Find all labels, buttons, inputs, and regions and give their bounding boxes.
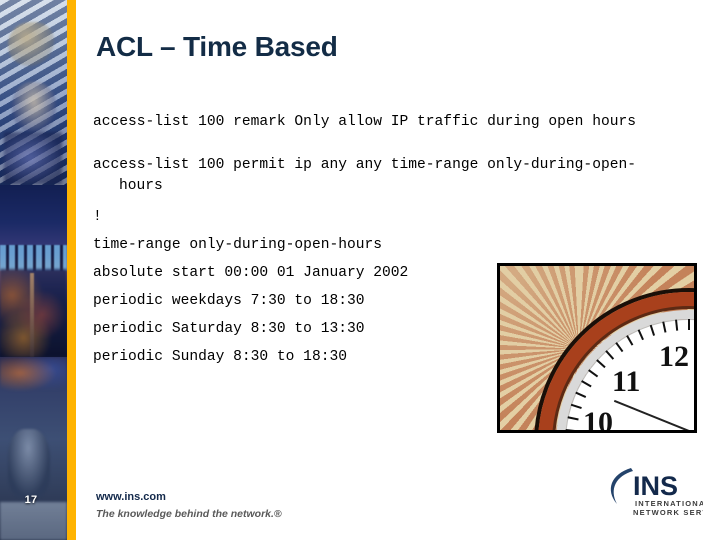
- slide-canvas: 17 ACL – Time Based access-list 100 rema…: [0, 0, 720, 540]
- ins-logo: INS INTERNATIONAL NETWORK SERVICES: [603, 464, 703, 518]
- photo-figure-middle: [12, 82, 56, 132]
- footer-url[interactable]: www.ins.com: [96, 491, 166, 503]
- photo-display-wall: [0, 245, 67, 271]
- sidebar-photo-strip: 17: [0, 0, 67, 540]
- page-title: ACL – Time Based: [96, 31, 338, 62]
- sidebar-photo-top: [0, 0, 67, 185]
- footer-tagline: The knowledge behind the network.®: [96, 508, 282, 520]
- photo-person: [8, 429, 50, 497]
- clock-numeral-12: 12: [659, 340, 689, 373]
- code-line-1: access-list 100 remark Only allow IP tra…: [93, 114, 636, 130]
- photo-figure-upper: [8, 22, 54, 66]
- photo-warm-glow: [0, 357, 67, 397]
- accent-bar: [67, 0, 76, 540]
- code-gap-1: [93, 133, 658, 155]
- photo-pole: [30, 273, 34, 357]
- sidebar-photo-bottom: [0, 357, 67, 540]
- logo-subtitle-line1: INTERNATIONAL: [635, 499, 703, 508]
- logo-swoosh-icon: [610, 468, 633, 504]
- code-line-4: time-range only-during-open-hours: [93, 237, 383, 253]
- page-number: 17: [24, 494, 38, 506]
- clock-illustration: 12 11 10: [497, 263, 697, 433]
- code-line-2: access-list 100 permit ip any any time-r…: [93, 157, 636, 194]
- clock-numeral-10: 10: [583, 406, 613, 433]
- photo-figure-lower: [4, 132, 62, 184]
- clock-numeral-11: 11: [612, 365, 641, 398]
- logo-subtitle-line2: NETWORK SERVICES: [633, 508, 703, 517]
- sidebar-photo-middle: [0, 185, 67, 357]
- photo-desk: [0, 502, 67, 540]
- logo-wordmark: INS: [633, 471, 678, 501]
- code-line-3: !: [93, 209, 102, 225]
